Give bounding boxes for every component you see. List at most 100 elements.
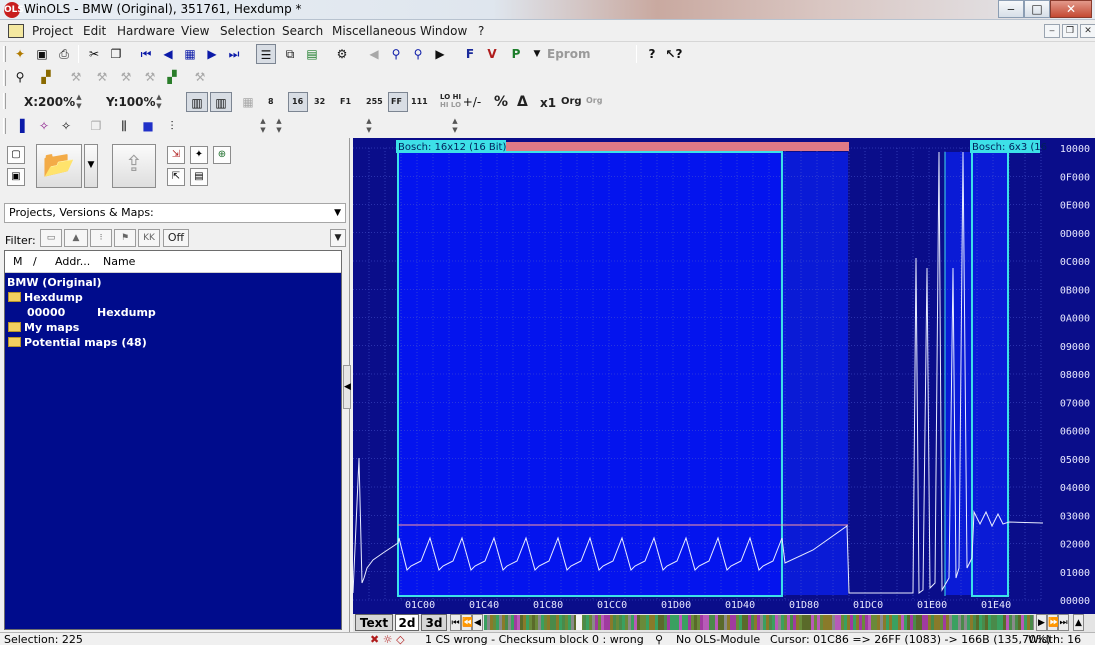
menu-help[interactable]: ? <box>478 24 484 38</box>
magic-wand-icon[interactable]: ✧ <box>34 116 54 136</box>
context-help-icon[interactable]: ↖? <box>664 44 684 64</box>
copy-icon[interactable]: ❐ <box>106 44 126 64</box>
columns-icon[interactable]: ⫼ <box>114 116 134 136</box>
open-project-button[interactable]: 📂 <box>36 144 82 188</box>
tab-text[interactable]: Text <box>355 614 393 631</box>
table-icon[interactable]: ▦ <box>180 44 200 64</box>
tab-3d[interactable]: 3d <box>421 614 447 631</box>
menu-project[interactable]: Project <box>32 24 73 38</box>
spinner-c[interactable]: ▲ ▼ <box>364 117 374 135</box>
hardware-connect-icon[interactable]: ⚲ <box>10 67 30 87</box>
duplicate-icon[interactable]: ❐ <box>86 116 106 136</box>
spinner-b[interactable]: ▲ ▼ <box>274 117 284 135</box>
maps-list[interactable]: M / Addr... Name BMW (Original) Hexdump … <box>4 250 342 630</box>
connect-icon[interactable]: ⚙ <box>332 44 352 64</box>
tab-2d[interactable]: 2d <box>395 614 419 631</box>
filter-type-button[interactable]: ▭ <box>40 229 62 247</box>
filter-dim-button[interactable]: ▲ <box>64 229 88 247</box>
erase-icon[interactable]: ⚒ <box>140 67 160 87</box>
menu-selection[interactable]: Selection <box>220 24 275 38</box>
forward-icon[interactable]: ▶ <box>430 44 450 64</box>
menu-view[interactable]: View <box>181 24 209 38</box>
sign-toggle-icon[interactable]: +/- <box>462 92 482 112</box>
delta-button[interactable]: Δ <box>517 94 528 110</box>
scroll-first-button[interactable]: ⏮ <box>450 614 461 631</box>
first-icon[interactable]: ⏮ <box>136 44 156 64</box>
wizard-icon[interactable]: ✦ <box>10 44 30 64</box>
close-button[interactable]: ✕ <box>1050 0 1092 18</box>
read-icon[interactable]: ⚒ <box>66 67 86 87</box>
maps-select[interactable]: Projects, Versions & Maps: ▼ <box>4 203 346 223</box>
graph-mode-icon[interactable]: ▥ <box>186 92 208 112</box>
mdi-minimize-button[interactable]: ‒ <box>1044 24 1060 38</box>
hexdump-graph[interactable]: 10000 0F000 0E000 0D000 0C000 0B000 0A000 09000… <box>353 138 1095 614</box>
grid-icon[interactable]: ▦ <box>238 92 258 112</box>
document-menu-icon[interactable] <box>8 24 24 38</box>
back-icon[interactable]: ◀ <box>364 44 384 64</box>
tree-potential-maps[interactable]: Potential maps (48) <box>8 336 147 349</box>
tree-hexdump-entry[interactable]: Hexdump <box>97 306 156 319</box>
column-address[interactable]: Addr... <box>55 255 90 268</box>
help-icon[interactable]: ? <box>642 44 662 64</box>
scroll-prev-page-button[interactable]: ⏪ <box>461 614 473 631</box>
eprom-label[interactable]: Eprom <box>547 47 590 61</box>
column-m[interactable]: M <box>13 255 23 268</box>
write-icon[interactable]: ⚒ <box>92 67 112 87</box>
menu-window[interactable]: Window <box>420 24 467 38</box>
verify-icon[interactable]: ⚒ <box>116 67 136 87</box>
map-edit-icon[interactable]: ▐ <box>10 116 30 136</box>
export-icon[interactable]: ▤ <box>190 168 208 186</box>
scroll-next-page-button[interactable]: ⏩ <box>1047 614 1059 631</box>
export-file-icon[interactable]: ⇱ <box>167 168 185 186</box>
flash-f-icon[interactable]: F <box>460 44 480 64</box>
mdi-close-button[interactable]: ✕ <box>1080 24 1095 38</box>
open-dropdown-button[interactable]: ▼ <box>84 144 98 188</box>
maximize-button[interactable]: □ <box>1024 0 1050 18</box>
flash-dropdown-icon[interactable]: ▼ <box>527 44 547 64</box>
original-button[interactable]: Org <box>561 96 582 107</box>
tree-hexdump-folder[interactable]: Hexdump <box>8 291 83 304</box>
filter-marker-button[interactable]: ⚑ <box>114 229 136 247</box>
scroll-left-button[interactable]: ◀ <box>472 614 483 631</box>
menu-edit[interactable]: Edit <box>83 24 106 38</box>
spinner-a[interactable]: ▲ ▼ <box>258 117 268 135</box>
graph-mode2-icon[interactable]: ▥ <box>210 92 232 112</box>
list-view-icon[interactable]: ☰ <box>256 44 276 64</box>
hex-button[interactable]: FF <box>391 97 402 106</box>
hilo-button[interactable]: HI LO <box>440 101 461 109</box>
cut-icon[interactable]: ✂ <box>84 44 104 64</box>
previous-icon[interactable]: ◀ <box>158 44 178 64</box>
scroll-last-button[interactable]: ⏭ <box>1058 614 1069 631</box>
print-icon[interactable]: ⎙ <box>54 44 74 64</box>
binary-button[interactable]: 111 <box>411 97 428 106</box>
filter-kk-button[interactable]: KK <box>138 229 160 247</box>
wand-icon[interactable]: ✧ <box>56 116 76 136</box>
y-zoom-spinner[interactable]: ▲ ▼ <box>154 93 164 111</box>
float-button[interactable]: F1 <box>340 97 351 106</box>
import-button[interactable]: ⇪ <box>112 144 156 188</box>
filter-off-button[interactable]: Off <box>163 229 189 247</box>
menu-search[interactable]: Search <box>282 24 323 38</box>
next-icon[interactable]: ▶ <box>202 44 222 64</box>
save-icon[interactable]: ▣ <box>32 44 52 64</box>
hexdump-2d-view[interactable]: 10000 0F000 0E000 0D000 0C000 0B000 0A000 09000… <box>353 138 1095 614</box>
column-sort[interactable]: / <box>33 255 37 268</box>
overview-scrollbar[interactable] <box>484 615 1034 630</box>
menu-miscellaneous[interactable]: Miscellaneous <box>332 24 416 38</box>
winols-app-icon[interactable]: OLS <box>4 2 24 18</box>
x-zoom-spinner[interactable]: ▲ ▼ <box>74 93 84 111</box>
width-32-button[interactable]: 32 <box>314 97 325 106</box>
search-next-icon[interactable]: ⚲ <box>408 44 428 64</box>
scroll-up-button[interactable]: ▲ <box>1073 614 1084 631</box>
scroll-right-button[interactable]: ▶ <box>1036 614 1047 631</box>
filter-size-button[interactable]: ⁝ <box>90 229 112 247</box>
flash-p-icon[interactable]: P <box>506 44 526 64</box>
original-dim-button[interactable]: Org <box>586 96 602 105</box>
wizard-project-icon[interactable]: ✦ <box>190 146 208 164</box>
map-icon[interactable]: ▤ <box>302 44 322 64</box>
chip-icon[interactable]: ▞ <box>36 67 56 87</box>
overview-thumb[interactable] <box>576 615 582 630</box>
percent-button[interactable]: % <box>494 94 508 110</box>
flash-v-icon[interactable]: V <box>482 44 502 64</box>
disconnect-icon[interactable]: ⚒ <box>190 67 210 87</box>
